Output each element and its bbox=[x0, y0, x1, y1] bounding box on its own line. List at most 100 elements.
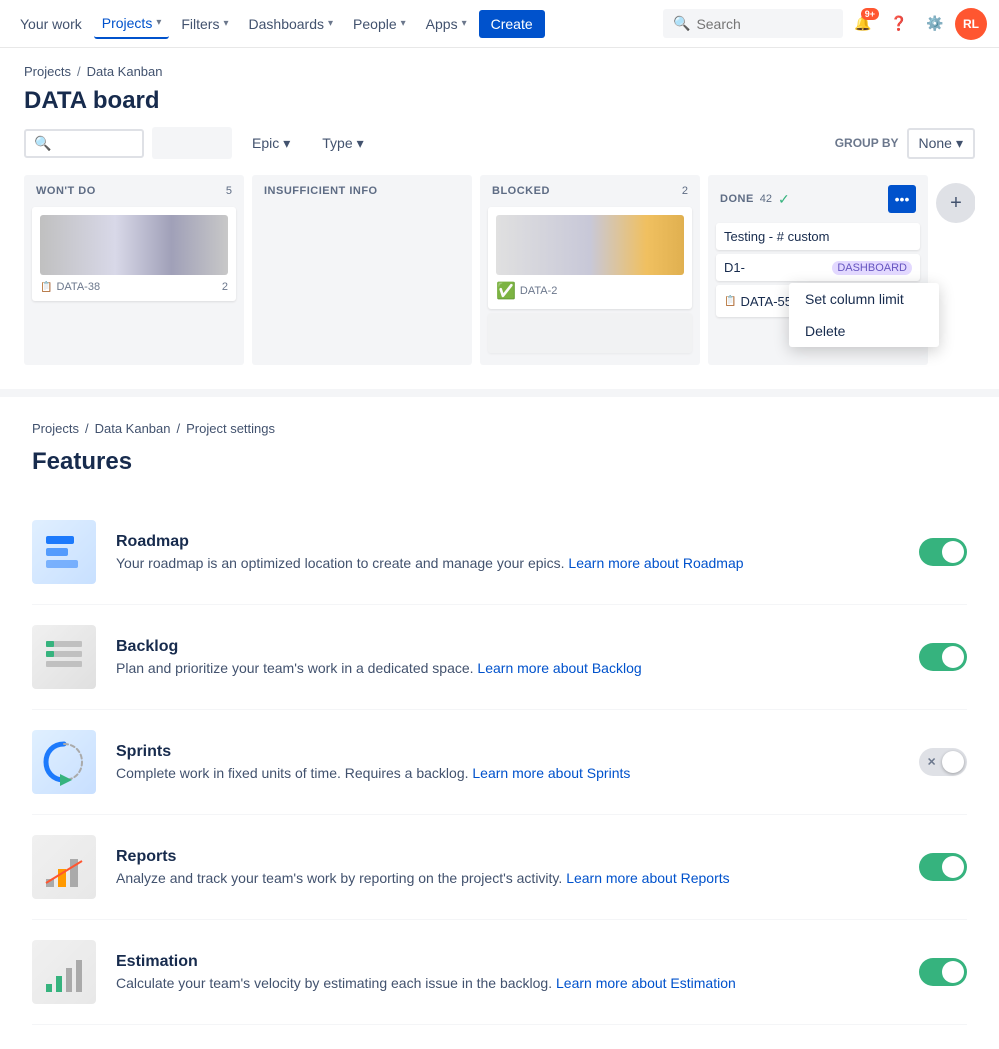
breadcrumb-projects[interactable]: Projects bbox=[24, 64, 71, 79]
column-header-done: DONE 42 ✓ ••• bbox=[716, 183, 920, 215]
estimation-svg bbox=[38, 946, 90, 998]
breadcrumb-kanban[interactable]: Data Kanban bbox=[87, 64, 163, 79]
feature-item-backlog: Backlog Plan and prioritize your team's … bbox=[32, 605, 967, 710]
create-button[interactable]: Create bbox=[479, 10, 545, 38]
feature-desc-sprints: Complete work in fixed units of time. Re… bbox=[116, 765, 899, 781]
filters-chevron-icon: ▾ bbox=[223, 18, 228, 29]
card-data38[interactable]: 📋 DATA-38 2 bbox=[32, 207, 236, 301]
feature-content-sprints: Sprints Complete work in fixed units of … bbox=[116, 743, 899, 781]
column-title-insufficient-info: INSUFFICIENT INFO bbox=[264, 185, 378, 197]
ellipsis-icon: ••• bbox=[895, 191, 910, 207]
feature-icon-backlog bbox=[32, 625, 96, 689]
sprints-svg bbox=[38, 736, 90, 788]
help-button[interactable]: ❓ bbox=[883, 8, 915, 40]
backlog-toggle-slider bbox=[919, 643, 967, 671]
feature-icon-sprints bbox=[32, 730, 96, 794]
sprints-toggle-x: ✕ bbox=[927, 756, 936, 769]
settings-button[interactable]: ⚙️ bbox=[919, 8, 951, 40]
context-menu: Set column limit Delete bbox=[789, 283, 939, 347]
backlog-learn-more-link[interactable]: Learn more about Backlog bbox=[477, 660, 641, 676]
add-column-button[interactable]: + bbox=[936, 183, 975, 223]
type-filter-button[interactable]: Type ▾ bbox=[310, 128, 375, 159]
card-blocked-2[interactable] bbox=[488, 313, 692, 353]
estimation-learn-more-link[interactable]: Learn more about Estimation bbox=[556, 975, 736, 991]
plus-icon: + bbox=[950, 192, 962, 215]
settings-breadcrumb-kanban[interactable]: Data Kanban bbox=[95, 421, 171, 436]
roadmap-svg bbox=[38, 526, 90, 578]
done-card-text-testing: Testing - # custom bbox=[724, 229, 912, 244]
settings-breadcrumb-projects[interactable]: Projects bbox=[32, 421, 79, 436]
board-section: Projects / Data Kanban DATA board 🔍 Epic… bbox=[0, 48, 999, 389]
card-img-placeholder bbox=[40, 215, 228, 275]
reports-learn-more-link[interactable]: Learn more about Reports bbox=[566, 870, 729, 886]
card-icon-data55: 📋 bbox=[724, 296, 736, 307]
feature-name-estimation: Estimation bbox=[116, 953, 899, 971]
column-blocked: BLOCKED 2 ✅ DATA-2 bbox=[480, 175, 700, 365]
feature-content-backlog: Backlog Plan and prioritize your team's … bbox=[116, 638, 899, 676]
reports-toggle[interactable] bbox=[919, 853, 967, 881]
nav-dashboards[interactable]: Dashboards ▾ bbox=[241, 10, 342, 38]
card-data2[interactable]: ✅ DATA-2 bbox=[488, 207, 692, 309]
estimation-toggle[interactable] bbox=[919, 958, 967, 986]
settings-sep1: / bbox=[85, 421, 89, 436]
settings-breadcrumb: Projects / Data Kanban / Project setting… bbox=[32, 421, 967, 436]
board-search[interactable]: 🔍 bbox=[24, 129, 144, 158]
search-input[interactable] bbox=[696, 16, 826, 32]
gear-icon: ⚙️ bbox=[926, 15, 943, 32]
card-footer: 📋 DATA-38 2 bbox=[40, 281, 228, 293]
search-box[interactable]: 🔍 bbox=[663, 9, 843, 38]
column-header-insufficient-info: INSUFFICIENT INFO bbox=[260, 183, 464, 199]
nav-people[interactable]: People ▾ bbox=[345, 10, 414, 38]
column-header-blocked: BLOCKED 2 bbox=[488, 183, 692, 199]
done-card-d1[interactable]: D1- DASHBOARD bbox=[716, 254, 920, 281]
nav-your-work[interactable]: Your work bbox=[12, 10, 90, 38]
done-card-testing[interactable]: Testing - # custom bbox=[716, 223, 920, 250]
board-columns: WON'T DO 5 📋 DATA-38 2 INSUFFICIENT bbox=[24, 175, 975, 373]
backlog-toggle[interactable] bbox=[919, 643, 967, 671]
epic-chevron-icon: ▾ bbox=[283, 135, 290, 152]
roadmap-toggle-slider bbox=[919, 538, 967, 566]
card-footer-data2: ✅ DATA-2 bbox=[496, 281, 684, 301]
nav-projects[interactable]: Projects ▾ bbox=[94, 9, 170, 39]
feature-name-backlog: Backlog bbox=[116, 638, 899, 656]
nav-filters[interactable]: Filters ▾ bbox=[173, 10, 236, 38]
sprints-toggle-container[interactable]: ✕ bbox=[919, 748, 967, 776]
card-sub-count: 2 bbox=[222, 281, 228, 293]
done-header: DONE 42 ✓ bbox=[720, 191, 790, 208]
estimation-toggle-slider bbox=[919, 958, 967, 986]
context-menu-delete[interactable]: Delete bbox=[789, 315, 939, 347]
avatar-filters[interactable] bbox=[152, 127, 232, 159]
feature-item-sprints: Sprints Complete work in fixed units of … bbox=[32, 710, 967, 815]
context-menu-set-column-limit[interactable]: Set column limit bbox=[789, 283, 939, 315]
done-card-text-d1: D1- bbox=[724, 260, 832, 275]
settings-breadcrumb-settings[interactable]: Project settings bbox=[186, 421, 275, 436]
sprints-learn-more-link[interactable]: Learn more about Sprints bbox=[472, 765, 630, 781]
group-by-chevron-icon: ▾ bbox=[956, 135, 963, 152]
roadmap-learn-more-link[interactable]: Learn more about Roadmap bbox=[568, 555, 743, 571]
done-menu-button[interactable]: ••• bbox=[888, 185, 916, 213]
card-image-data2 bbox=[496, 215, 684, 275]
nav-apps[interactable]: Apps ▾ bbox=[418, 10, 475, 38]
feature-item-reports: Reports Analyze and track your team's wo… bbox=[32, 815, 967, 920]
settings-sep2: / bbox=[177, 421, 181, 436]
top-navigation: Your work Projects ▾ Filters ▾ Dashboard… bbox=[0, 0, 999, 48]
column-insufficient-info: INSUFFICIENT INFO bbox=[252, 175, 472, 365]
backlog-svg bbox=[38, 631, 90, 683]
breadcrumb: Projects / Data Kanban bbox=[24, 64, 975, 79]
column-title-wont-do: WON'T DO bbox=[36, 185, 96, 197]
roadmap-toggle[interactable] bbox=[919, 538, 967, 566]
avatar[interactable]: RL bbox=[955, 8, 987, 40]
card-id: 📋 DATA-38 bbox=[40, 281, 100, 293]
notifications-button[interactable]: 🔔 9+ bbox=[847, 8, 879, 40]
feature-icon-reports bbox=[32, 835, 96, 899]
feature-item-roadmap: Roadmap Your roadmap is an optimized loc… bbox=[32, 500, 967, 605]
board-search-icon: 🔍 bbox=[34, 135, 51, 152]
feature-content-roadmap: Roadmap Your roadmap is an optimized loc… bbox=[116, 533, 899, 571]
group-by-select[interactable]: None ▾ bbox=[907, 128, 976, 159]
feature-name-roadmap: Roadmap bbox=[116, 533, 899, 551]
epic-filter-button[interactable]: Epic ▾ bbox=[240, 128, 302, 159]
group-by-label: GROUP BY bbox=[835, 136, 899, 150]
projects-chevron-icon: ▾ bbox=[156, 17, 161, 28]
board-actions: 🔍 Epic ▾ Type ▾ GROUP BY None ▾ bbox=[24, 127, 975, 159]
apps-chevron-icon: ▾ bbox=[462, 18, 467, 29]
